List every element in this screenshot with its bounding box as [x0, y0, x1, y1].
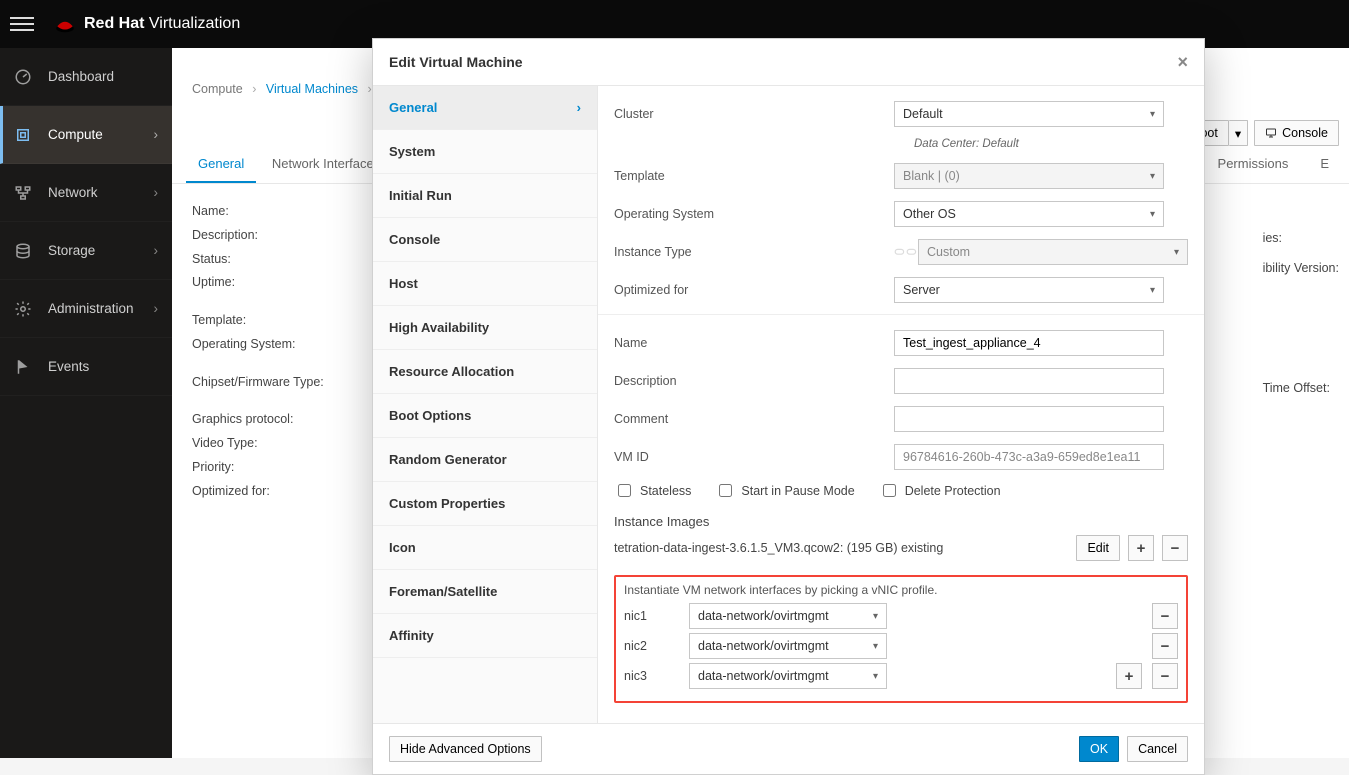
- nic1-label: nic1: [624, 609, 679, 623]
- stab-system[interactable]: System: [373, 130, 597, 174]
- stab-random-generator[interactable]: Random Generator: [373, 438, 597, 482]
- stab-label: Icon: [389, 540, 416, 555]
- label-os: Operating System: [614, 207, 894, 221]
- select-value: Blank | (0): [903, 169, 960, 183]
- nic1-profile-select[interactable]: data-network/ovirtmgmt▾: [689, 603, 887, 629]
- stab-label: Random Generator: [389, 452, 507, 467]
- select-value: data-network/ovirtmgmt: [698, 669, 829, 683]
- cluster-select[interactable]: Default▾: [894, 101, 1164, 127]
- dialog-side-tabs: General › System Initial Run Console Hos…: [373, 86, 598, 723]
- select-value: Other OS: [903, 207, 956, 221]
- label-comment: Comment: [614, 412, 894, 426]
- stab-label: Foreman/Satellite: [389, 584, 497, 599]
- cb-label: Start in Pause Mode: [741, 484, 854, 498]
- stab-label: Boot Options: [389, 408, 471, 423]
- dialog-header: Edit Virtual Machine ×: [373, 39, 1204, 85]
- delete-protection-checkbox[interactable]: Delete Protection: [879, 481, 1001, 500]
- stab-label: Custom Properties: [389, 496, 505, 511]
- image-edit-button[interactable]: Edit: [1076, 535, 1120, 561]
- nic2-profile-select[interactable]: data-network/ovirtmgmt▾: [689, 633, 887, 659]
- dialog-title: Edit Virtual Machine: [389, 54, 523, 70]
- chevron-right-icon: ›: [577, 100, 581, 115]
- cancel-button[interactable]: Cancel: [1127, 736, 1188, 762]
- select-value: Default: [903, 107, 943, 121]
- comment-input[interactable]: [894, 406, 1164, 432]
- stab-label: Console: [389, 232, 440, 247]
- cb-label: Delete Protection: [905, 484, 1001, 498]
- dialog-footer: Hide Advanced Options OK Cancel: [373, 723, 1204, 774]
- start-paused-checkbox[interactable]: Start in Pause Mode: [715, 481, 854, 500]
- stab-affinity[interactable]: Affinity: [373, 614, 597, 658]
- label-description: Description: [614, 374, 894, 388]
- stab-resource-allocation[interactable]: Resource Allocation: [373, 350, 597, 394]
- stab-high-availability[interactable]: High Availability: [373, 306, 597, 350]
- stab-label: Initial Run: [389, 188, 452, 203]
- stab-boot-options[interactable]: Boot Options: [373, 394, 597, 438]
- stab-icon[interactable]: Icon: [373, 526, 597, 570]
- nic-row: nic3 data-network/ovirtmgmt▾ + −: [624, 663, 1178, 689]
- image-add-button[interactable]: +: [1128, 535, 1154, 561]
- stab-foreman-satellite[interactable]: Foreman/Satellite: [373, 570, 597, 614]
- stab-label: Host: [389, 276, 418, 291]
- label-optimized: Optimized for: [614, 283, 894, 297]
- edit-vm-dialog: Edit Virtual Machine × General › System …: [372, 38, 1205, 775]
- nic-section-highlight: Instantiate VM network interfaces by pic…: [614, 575, 1188, 703]
- datacenter-note: Data Center: Default: [914, 138, 1188, 150]
- stab-console[interactable]: Console: [373, 218, 597, 262]
- vmid-input: [894, 444, 1164, 470]
- select-value: Custom: [927, 245, 970, 259]
- label-instance-type: Instance Type: [614, 245, 894, 259]
- nic2-remove-button[interactable]: −: [1152, 633, 1178, 659]
- dialog-form: Cluster Default▾ Data Center: Default Te…: [598, 86, 1204, 723]
- label-name: Name: [614, 336, 894, 350]
- nic3-remove-button[interactable]: −: [1152, 663, 1178, 689]
- stab-label: General: [389, 100, 437, 115]
- os-select[interactable]: Other OS▾: [894, 201, 1164, 227]
- chain-icon: [894, 247, 918, 257]
- select-value: Server: [903, 283, 940, 297]
- hide-advanced-button[interactable]: Hide Advanced Options: [389, 736, 542, 762]
- cb-label: Stateless: [640, 484, 691, 498]
- image-remove-button[interactable]: −: [1162, 535, 1188, 561]
- label-cluster: Cluster: [614, 107, 894, 121]
- stab-label: High Availability: [389, 320, 489, 335]
- image-description: tetration-data-ingest-3.6.1.5_VM3.qcow2:…: [614, 541, 1068, 555]
- nic3-label: nic3: [624, 669, 679, 683]
- nic3-add-button[interactable]: +: [1116, 663, 1142, 689]
- nic-note: Instantiate VM network interfaces by pic…: [624, 583, 1178, 597]
- label-instance-images: Instance Images: [614, 514, 1188, 529]
- nic2-label: nic2: [624, 639, 679, 653]
- nic1-remove-button[interactable]: −: [1152, 603, 1178, 629]
- label-template: Template: [614, 169, 894, 183]
- stab-custom-properties[interactable]: Custom Properties: [373, 482, 597, 526]
- description-input[interactable]: [894, 368, 1164, 394]
- stateless-checkbox[interactable]: Stateless: [614, 481, 691, 500]
- stab-initial-run[interactable]: Initial Run: [373, 174, 597, 218]
- nic-row: nic1 data-network/ovirtmgmt▾ −: [624, 603, 1178, 629]
- stab-label: Affinity: [389, 628, 434, 643]
- nic3-profile-select[interactable]: data-network/ovirtmgmt▾: [689, 663, 887, 689]
- stab-label: System: [389, 144, 435, 159]
- select-value: data-network/ovirtmgmt: [698, 639, 829, 653]
- close-icon[interactable]: ×: [1177, 53, 1188, 71]
- optimized-select[interactable]: Server▾: [894, 277, 1164, 303]
- select-value: data-network/ovirtmgmt: [698, 609, 829, 623]
- stab-label: Resource Allocation: [389, 364, 514, 379]
- stab-host[interactable]: Host: [373, 262, 597, 306]
- stab-general[interactable]: General ›: [373, 86, 597, 130]
- ok-button[interactable]: OK: [1079, 736, 1119, 762]
- template-select[interactable]: Blank | (0)▾: [894, 163, 1164, 189]
- instance-type-select[interactable]: Custom▾: [918, 239, 1188, 265]
- name-input[interactable]: [894, 330, 1164, 356]
- nic-row: nic2 data-network/ovirtmgmt▾ −: [624, 633, 1178, 659]
- label-vmid: VM ID: [614, 450, 894, 464]
